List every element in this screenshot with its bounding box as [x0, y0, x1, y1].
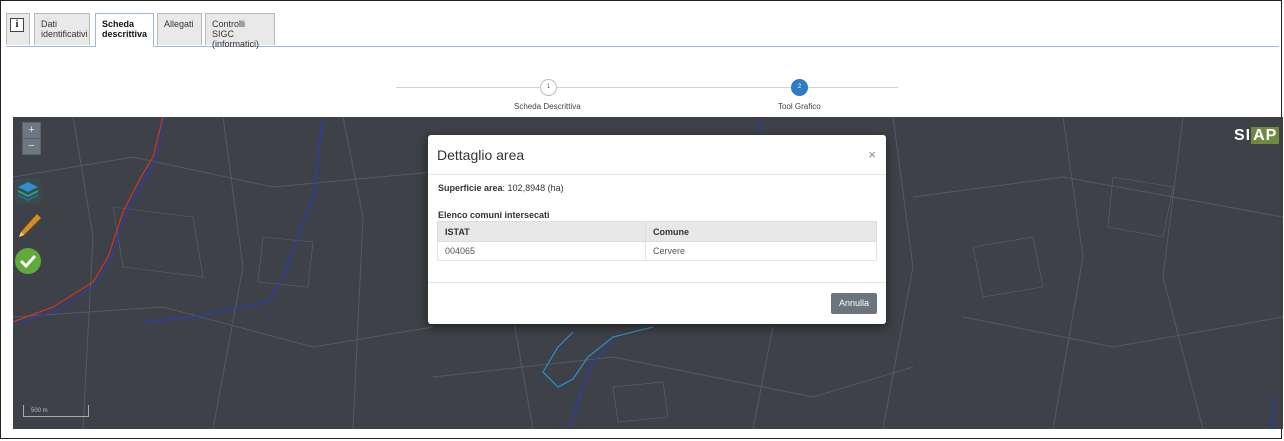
step-2-circle[interactable]: 2: [791, 79, 808, 96]
boundary-blue-middle: [142, 117, 324, 323]
dialog-footer-divider: [428, 282, 886, 283]
logo-text-si: SI: [1234, 127, 1252, 144]
comuni-list-title: Elenco comuni intersecati: [438, 210, 550, 220]
dialog-header: Dettaglio area ×: [428, 135, 886, 175]
wizard-stepper: 1 Scheda Descrittiva 2 Tool Grafico: [396, 78, 898, 114]
area-label: Superficie area: [438, 183, 503, 193]
tab-scheda-descrittiva[interactable]: Scheda descrittiva: [95, 13, 154, 47]
cell-comune: Cervere: [645, 241, 877, 261]
area-surface-line: Superficie area: 102,8948 (ha): [438, 183, 564, 193]
tab-label-line1: Controlli SIGC: [212, 19, 246, 39]
step-1-label[interactable]: Scheda Descrittiva: [514, 102, 581, 111]
checkmark-icon[interactable]: [13, 246, 43, 276]
column-header-istat: ISTAT: [437, 221, 646, 242]
zoom-control: + −: [22, 122, 41, 155]
logo-text-ap: AP: [1251, 127, 1280, 144]
step-2-label[interactable]: Tool Grafico: [778, 102, 821, 111]
stepper-line: [557, 87, 791, 88]
comuni-table: ISTAT Comune 004065 Cervere: [437, 221, 877, 261]
close-icon[interactable]: ×: [868, 147, 876, 162]
step-1-circle[interactable]: 1: [540, 79, 557, 96]
tab-info[interactable]: i: [6, 13, 30, 45]
stepper-line: [808, 87, 898, 88]
tab-label-line1: Scheda: [102, 19, 135, 29]
zoom-in-button[interactable]: +: [23, 123, 40, 138]
tab-label-line2: (informatici): [212, 39, 260, 49]
map-scale-bar: 500 m: [23, 405, 89, 417]
layers-icon[interactable]: [13, 176, 43, 206]
tab-label-line2: identificativi: [41, 29, 88, 39]
tab-label-line1: Dati: [41, 19, 58, 29]
tab-allegati[interactable]: Allegati: [157, 13, 202, 45]
zoom-out-button[interactable]: −: [23, 138, 40, 154]
siap-logo: SI AP: [1234, 122, 1280, 150]
table-row[interactable]: 004065 Cervere: [437, 241, 877, 261]
pencil-icon[interactable]: [13, 211, 43, 241]
dialog-title: Dettaglio area: [437, 147, 525, 163]
tab-dati-identificativi[interactable]: Dati identificativi: [34, 13, 90, 45]
tab-label-line1: Allegati: [164, 19, 194, 29]
boundary-blue-right: [1270, 396, 1276, 429]
cancel-button[interactable]: Annulla: [831, 293, 877, 314]
table-header-row: ISTAT Comune: [437, 221, 877, 242]
tab-controlli-sigc[interactable]: Controlli SIGC (informatici): [205, 13, 275, 49]
dettaglio-area-dialog: Dettaglio area × Superficie area: 102,89…: [428, 135, 886, 324]
column-header-comune: Comune: [645, 221, 877, 242]
area-value: : 102,8948 (ha): [502, 183, 564, 193]
stepper-line: [396, 87, 540, 88]
tab-bar: i Dati identificativi Scheda descrittiva…: [6, 13, 1279, 49]
cell-istat: 004065: [437, 241, 646, 261]
tab-label-line2: descrittiva: [102, 29, 148, 39]
info-icon: i: [10, 18, 24, 32]
